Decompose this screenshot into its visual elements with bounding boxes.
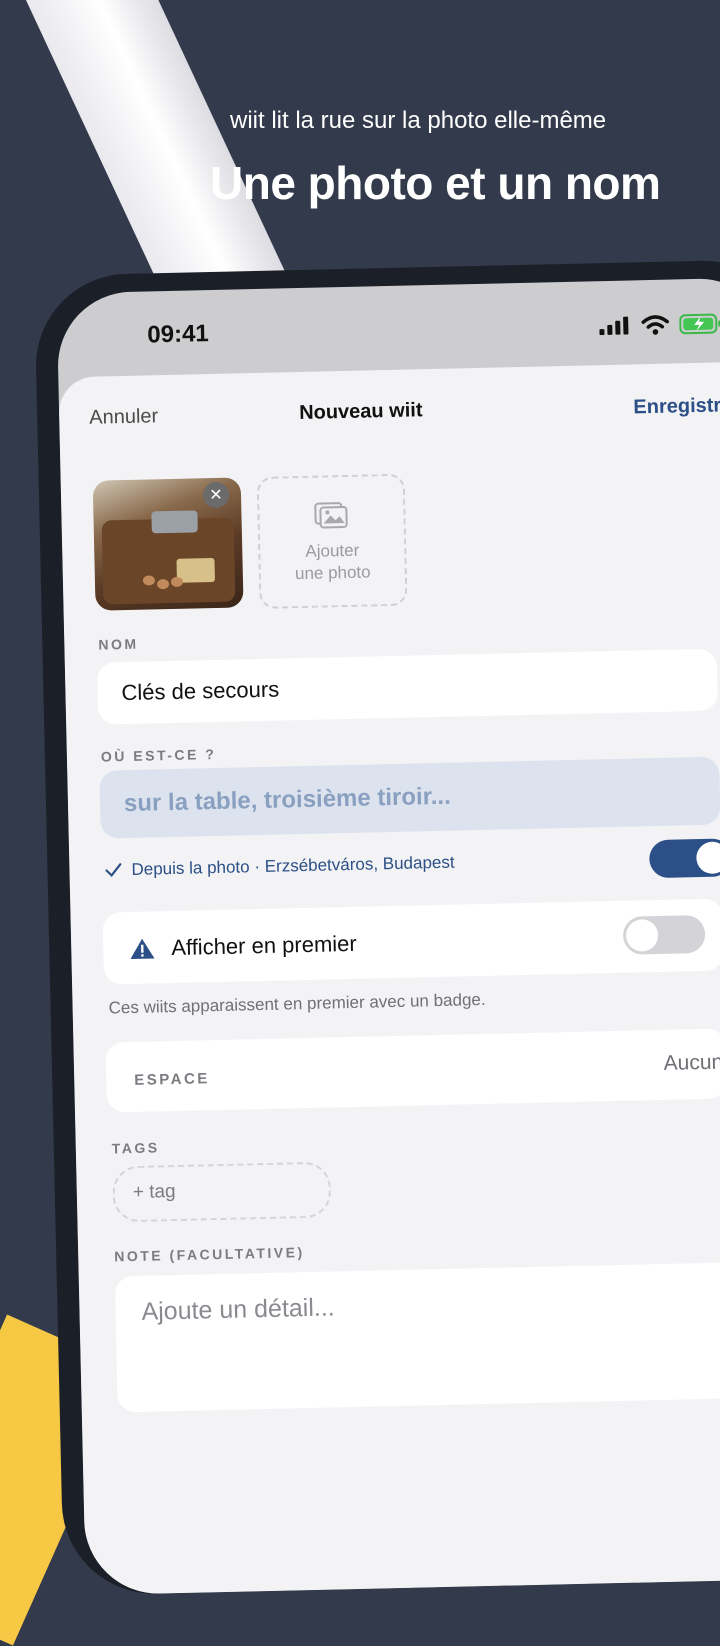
location-placeholder: sur la table, troisième tiroir... [123, 782, 451, 818]
signal-icon [599, 316, 629, 336]
phone-frame: 09:41 Annuler Nouveau wiit Enregistrer ✕… [34, 258, 720, 1596]
show-first-label: Afficher en premier [170, 930, 357, 961]
space-label: ESPACE [134, 1070, 211, 1089]
nav-bar: Annuler Nouveau wiit Enregistrer [89, 393, 720, 437]
warning-icon [130, 938, 155, 959]
add-tag-button[interactable]: + tag [112, 1161, 332, 1223]
phone-screen: 09:41 Annuler Nouveau wiit Enregistrer ✕… [56, 277, 720, 1596]
cancel-button[interactable]: Annuler [89, 405, 158, 430]
from-photo-row: Depuis la photo · Erzsébetváros, Budapes… [105, 853, 455, 881]
name-label: NOM [98, 635, 139, 653]
from-photo-text: Depuis la photo · Erzsébetváros, Budapes… [131, 852, 455, 879]
page-title: Nouveau wiit [298, 399, 423, 425]
promo-caption: wiit lit la rue sur la photo elle-même [230, 107, 607, 134]
from-photo-toggle[interactable] [648, 838, 720, 879]
status-bar: 09:41 [147, 309, 720, 361]
space-row[interactable]: ESPACE Aucun › [105, 1028, 720, 1113]
promo-headline: Une photo et un nom [210, 157, 661, 209]
save-button[interactable]: Enregistrer [633, 394, 720, 419]
show-first-row: Afficher en premier [102, 898, 720, 985]
location-input[interactable]: sur la table, troisième tiroir... [99, 756, 720, 839]
add-photo-button[interactable]: Ajouter une photo [256, 473, 408, 609]
checkmark-icon [105, 863, 122, 878]
show-first-helper: Ces wiits apparaissent en premier avec u… [108, 989, 486, 1018]
show-first-toggle[interactable] [622, 914, 706, 955]
note-input[interactable]: Ajoute un détail... [114, 1262, 720, 1413]
space-value: Aucun › [663, 1050, 720, 1075]
name-value: Clés de secours [121, 676, 280, 706]
new-wiit-sheet: Annuler Nouveau wiit Enregistrer ✕ Ajout… [58, 361, 720, 1596]
status-time: 09:41 [147, 320, 210, 349]
wifi-icon [641, 315, 669, 335]
note-label: NOTE (FACULTATIVE) [114, 1244, 305, 1265]
where-label: OÙ EST-CE ? [100, 745, 217, 765]
gallery-icon [314, 502, 348, 529]
battery-charging-icon [679, 313, 720, 335]
add-tag-label: + tag [132, 1181, 176, 1203]
tags-label: TAGS [111, 1139, 160, 1157]
name-field[interactable]: Clés de secours [96, 648, 719, 725]
note-placeholder: Ajoute un détail... [141, 1293, 335, 1326]
add-photo-label: Ajouter une photo [294, 540, 371, 584]
